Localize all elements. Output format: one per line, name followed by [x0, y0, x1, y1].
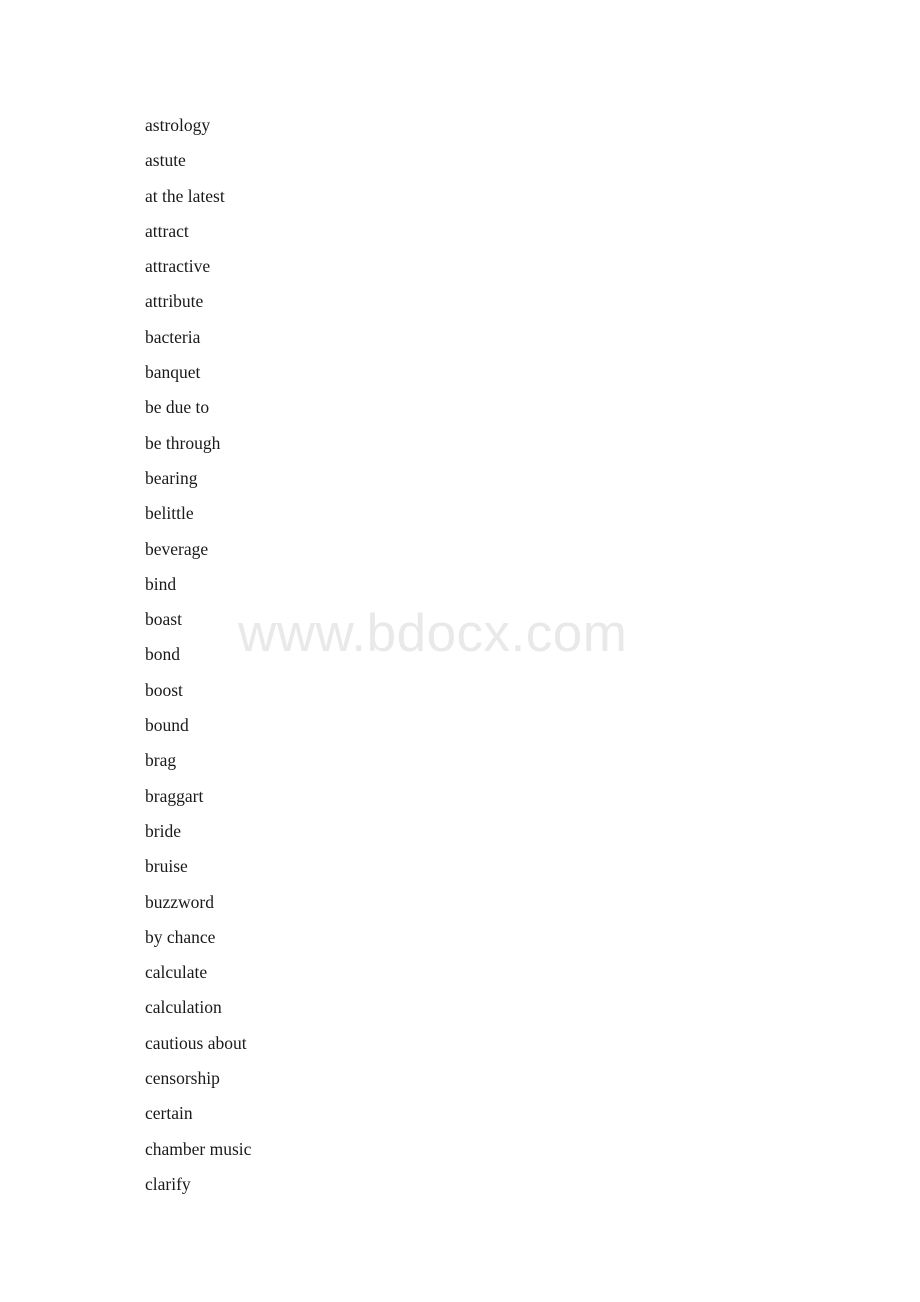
vocabulary-word: certain [145, 1103, 193, 1124]
vocabulary-word: brag [145, 750, 177, 771]
vocabulary-word: boast [145, 609, 182, 630]
vocabulary-word: bride [145, 820, 181, 841]
vocabulary-word: clarify [145, 1173, 191, 1194]
vocabulary-word: chamber music [145, 1138, 252, 1159]
vocabulary-word: bound [145, 715, 189, 736]
vocabulary-word: astrology [145, 115, 211, 135]
vocabulary-word: beverage [145, 538, 209, 559]
vocabulary-word: calculate [145, 962, 208, 983]
vocabulary-word: braggart [145, 785, 204, 806]
document-page: www.bdocx.com astrology astute at the late… [0, 0, 920, 1302]
vocabulary-word: be due to [145, 397, 210, 418]
vocabulary-word: belittle [145, 503, 194, 524]
vocabulary-word: bruise [145, 856, 188, 877]
vocabulary-word: attribute [145, 291, 204, 312]
vocabulary-word: buzzword [145, 891, 215, 912]
vocabulary-word: bind [145, 573, 177, 594]
vocabulary-word: at the latest [145, 185, 225, 206]
vocabulary-word: astute [145, 150, 186, 171]
vocabulary-word: boost [145, 679, 183, 700]
vocabulary-word: by chance [145, 926, 216, 947]
vocabulary-word: bearing [145, 467, 198, 488]
vocabulary-word: censorship [145, 1068, 220, 1089]
vocabulary-word: bacteria [145, 326, 201, 347]
vocabulary-word: bond [145, 644, 180, 665]
vocabulary-word: calculation [145, 997, 222, 1018]
vocabulary-word: attractive [145, 256, 211, 277]
vocabulary-word: cautious about [145, 1032, 247, 1053]
vocabulary-word: banquet [145, 362, 201, 383]
vocabulary-word-list: astrology astute at the latest attract attra… [145, 108, 785, 1202]
vocabulary-word: attract [145, 220, 189, 241]
vocabulary-word: be through [145, 432, 221, 453]
